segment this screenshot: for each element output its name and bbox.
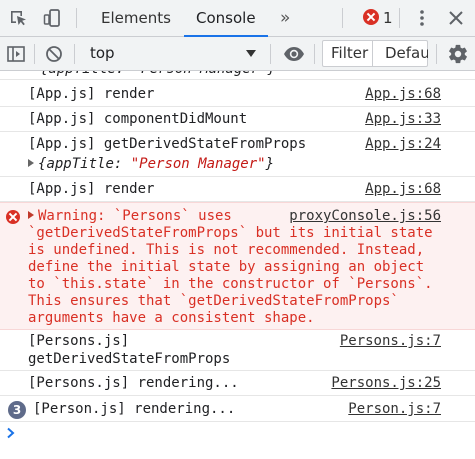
console-prompt[interactable] xyxy=(6,426,18,440)
chevron-double-right-icon: » xyxy=(280,8,291,28)
message-text: [App.js] componentDidMount xyxy=(28,111,248,127)
log-levels-dropdown[interactable]: Defau xyxy=(372,41,428,66)
device-toolbar-icon[interactable] xyxy=(40,6,64,30)
message-text: [App.js] render xyxy=(28,86,155,102)
clipped-object-preview: {appTitle: "Person Manager"} xyxy=(40,71,276,79)
tab-bar-divider xyxy=(342,8,343,28)
message-text: [App.js] render xyxy=(28,181,155,197)
error-count[interactable]: 1 xyxy=(383,0,393,36)
object-preview[interactable]: {appTitle: "Person Manager"} xyxy=(28,154,274,174)
object-key: appTitle xyxy=(46,156,114,172)
gear-icon[interactable] xyxy=(446,42,470,66)
message-text: [Persons.js] xyxy=(28,333,130,349)
console-messages[interactable]: {appTitle: "Person Manager"} [App.js] re… xyxy=(0,71,475,459)
repeat-count-badge: 3 xyxy=(8,401,26,419)
console-toolbar: top Filter Defau xyxy=(0,37,475,71)
message-text: getDerivedStateFromProps xyxy=(28,351,231,367)
tab-elements[interactable]: Elements xyxy=(101,0,171,36)
console-message: {appTitle: "Person Manager"} xyxy=(0,71,475,80)
toolbar-divider xyxy=(74,44,75,64)
tab-elements-label: Elements xyxy=(101,9,171,27)
console-message: [Persons.js] rendering... Persons.js:25 xyxy=(0,371,475,396)
execution-context-value: top xyxy=(90,44,115,62)
tab-bar-divider xyxy=(76,8,77,28)
source-link[interactable]: Persons.js:25 xyxy=(331,373,441,393)
more-tabs-button[interactable]: » xyxy=(280,0,290,36)
console-message: [App.js] render App.js:68 xyxy=(0,82,475,107)
more-vert-icon[interactable] xyxy=(410,6,434,30)
message-text: [Person.js] rendering... xyxy=(33,401,236,417)
console-message: 3 [Person.js] rendering... Person.js:7 xyxy=(0,396,475,422)
expand-triangle-icon[interactable] xyxy=(28,159,34,167)
error-icon[interactable] xyxy=(363,9,379,25)
tab-console-label: Console xyxy=(196,9,256,27)
toolbar-divider xyxy=(270,44,271,64)
toolbar-divider xyxy=(314,44,315,64)
error-text: Warning: `Persons` uses xyxy=(38,208,232,224)
filter-placeholder: Filter xyxy=(331,44,369,62)
console-message: [App.js] componentDidMount App.js:33 xyxy=(0,107,475,132)
expand-triangle-icon[interactable] xyxy=(28,211,34,219)
toolbar-divider xyxy=(436,44,437,64)
message-text: [Persons.js] rendering... xyxy=(28,375,239,391)
object-value: "Person Manager" xyxy=(130,156,266,172)
source-link[interactable]: App.js:68 xyxy=(365,179,441,199)
console-message: [App.js] render App.js:68 xyxy=(0,177,475,202)
prompt-chevron-icon xyxy=(7,427,15,439)
toolbar-divider xyxy=(34,44,35,64)
log-levels-label: Defau xyxy=(385,44,428,62)
inspect-element-icon[interactable] xyxy=(6,6,30,30)
dropdown-arrow-icon xyxy=(246,50,256,57)
console-message: [App.js] getDerivedStateFromProps App.js… xyxy=(0,132,475,177)
console-message: [Persons.js] getDerivedStateFromProps Pe… xyxy=(0,330,475,371)
source-link[interactable]: Person.js:7 xyxy=(348,399,441,419)
source-link[interactable]: Persons.js:7 xyxy=(340,331,441,351)
execution-context-select[interactable]: top xyxy=(80,40,266,67)
error-icon xyxy=(6,210,20,224)
tab-bar-divider xyxy=(399,8,400,28)
devtools-tab-bar: Elements Console » 1 xyxy=(0,0,475,37)
eye-icon[interactable] xyxy=(282,42,306,66)
console-error-message: Warning: `Persons` uses proxyConsole.js:… xyxy=(0,202,475,330)
close-icon[interactable] xyxy=(444,6,468,30)
source-link[interactable]: App.js:24 xyxy=(365,134,441,154)
clear-console-icon[interactable] xyxy=(42,42,66,66)
error-line: arguments have a consistent shape. xyxy=(28,310,315,326)
tab-console[interactable]: Console xyxy=(184,0,268,37)
source-link[interactable]: App.js:33 xyxy=(365,109,441,129)
sidebar-toggle-icon[interactable] xyxy=(4,42,28,66)
source-link[interactable]: App.js:68 xyxy=(365,84,441,104)
message-text: [App.js] getDerivedStateFromProps xyxy=(28,136,307,152)
